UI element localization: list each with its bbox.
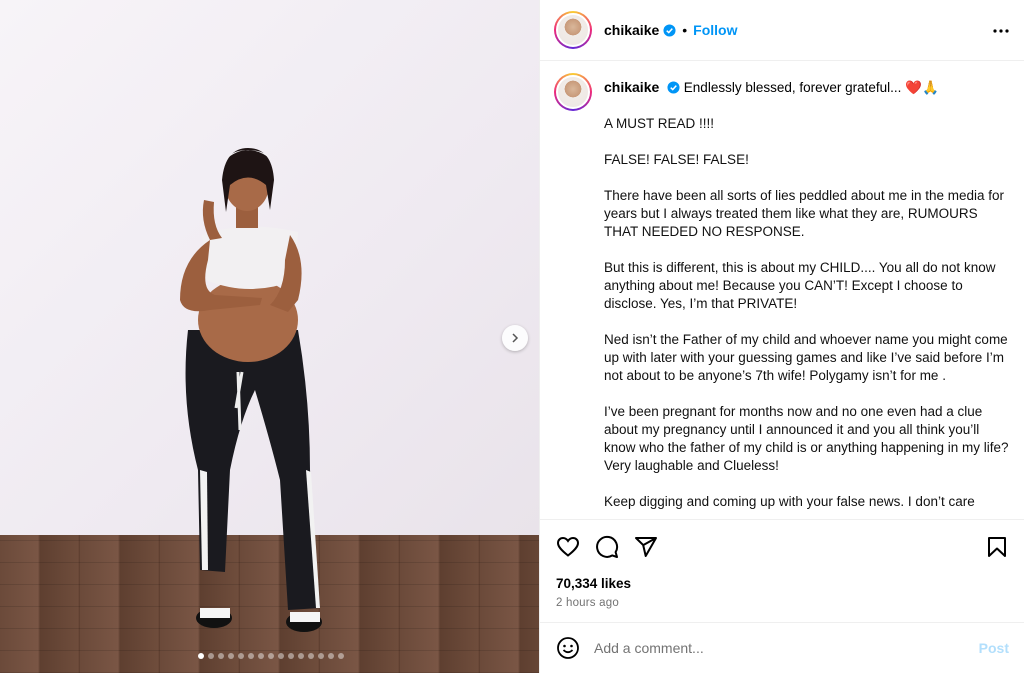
comment-bar: Post: [540, 622, 1024, 673]
carousel-dot: [258, 653, 264, 659]
caption-paragraph: But this is different, this is about my …: [604, 260, 996, 311]
carousel-dot: [288, 653, 294, 659]
carousel-dots: [198, 653, 344, 659]
comment-input[interactable]: [594, 640, 979, 656]
caption-paragraph: FALSE! FALSE! FALSE!: [604, 152, 749, 167]
caption-username-link[interactable]: chikaike: [604, 79, 659, 95]
carousel-dot: [248, 653, 254, 659]
carousel-dot: [298, 653, 304, 659]
caption-paragraph: Ned isn’t the Father of my child and who…: [604, 332, 1008, 383]
post-actions: 70,334 likes 2 hours ago: [540, 519, 1024, 609]
bookmark-icon[interactable]: [985, 535, 1009, 559]
username-link[interactable]: chikaike: [604, 22, 659, 38]
post-media: [0, 0, 539, 673]
carousel-dot: [268, 653, 274, 659]
header-separator: •: [682, 22, 688, 38]
paper-plane-icon[interactable]: [634, 535, 658, 559]
carousel-dot: [208, 653, 214, 659]
post-timestamp[interactable]: 2 hours ago: [556, 597, 1009, 609]
carousel-dot: [218, 653, 224, 659]
carousel-dot: [318, 653, 324, 659]
likes-count[interactable]: 70,334 likes: [556, 576, 1009, 591]
emoji-icon[interactable]: [556, 636, 580, 660]
caption-paragraph: Keep digging and coming up with your fal…: [604, 494, 975, 509]
caption-scroll-area[interactable]: chikaike Endlessly blessed, forever grat…: [540, 61, 1024, 519]
follow-button[interactable]: Follow: [693, 22, 737, 38]
chevron-right-icon: [512, 333, 519, 343]
verified-badge-icon: [663, 23, 676, 37]
caption-first-line: Endlessly blessed, forever grateful...: [683, 80, 902, 95]
post-header: chikaike • Follow: [540, 0, 1024, 61]
carousel-dot: [328, 653, 334, 659]
carousel-dot: [308, 653, 314, 659]
caption-paragraph: I’ve been pregnant for months now and no…: [604, 404, 1009, 473]
post-comment-button[interactable]: Post: [979, 640, 1009, 656]
carousel-dot: [338, 653, 344, 659]
caption-emojis: ❤️🙏: [905, 80, 939, 96]
more-options-icon[interactable]: [992, 22, 1010, 40]
carousel-dot: [238, 653, 244, 659]
carousel-dot: [278, 653, 284, 659]
verified-badge-icon: [667, 81, 680, 94]
caption-paragraph: There have been all sorts of lies peddle…: [604, 188, 1004, 239]
post-photo-subject: [180, 148, 322, 632]
heart-icon[interactable]: [556, 535, 580, 559]
avatar[interactable]: [554, 11, 592, 49]
caption-paragraph: A MUST READ !!!!: [604, 116, 715, 131]
carousel-dot: [198, 653, 204, 659]
caption-header: chikaike Endlessly blessed, forever grat…: [554, 73, 1009, 111]
carousel-dot: [228, 653, 234, 659]
caption-avatar[interactable]: [554, 73, 592, 111]
next-slide-button[interactable]: [502, 325, 528, 351]
post-details-panel: chikaike • Follow chikaike Endlessly ble…: [539, 0, 1024, 673]
comment-icon[interactable]: [595, 535, 619, 559]
caption-body: A MUST READ !!!! FALSE! FALSE! FALSE! Th…: [604, 115, 1009, 511]
